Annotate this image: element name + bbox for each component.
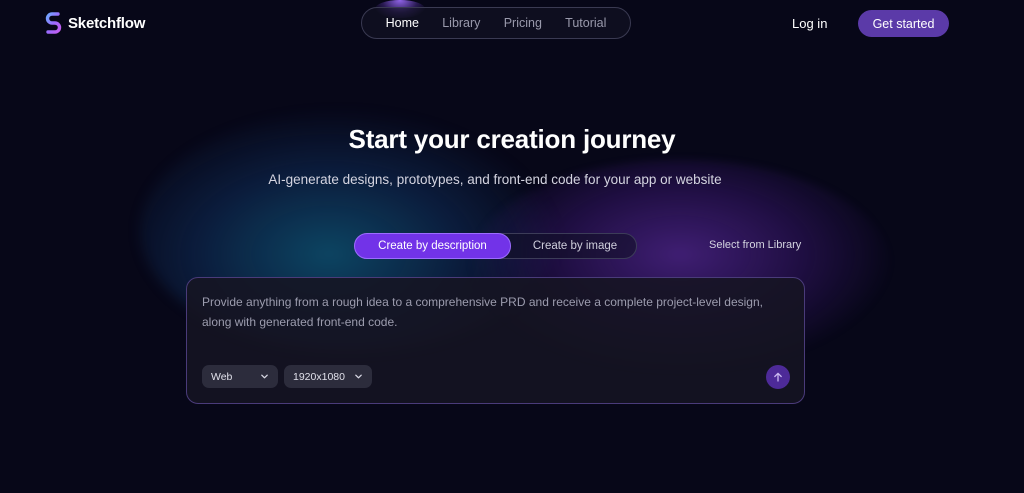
main-nav: Home Library Pricing Tutorial [361,7,631,39]
creation-mode-tabs: Create by description Create by image [354,233,637,259]
select-from-library-link[interactable]: Select from Library [709,239,801,251]
chevron-down-icon [261,374,268,379]
brand-logo[interactable]: Sketchflow [45,12,145,34]
brand-name: Sketchflow [68,14,146,32]
platform-dropdown-value: Web [211,370,233,383]
get-started-button[interactable]: Get started [858,10,949,37]
page: Sketchflow Home Library Pricing Tutorial… [0,0,1024,493]
resolution-dropdown[interactable]: 1920x1080 [284,365,372,388]
platform-dropdown[interactable]: Web [202,365,278,388]
arrow-up-icon [774,372,782,382]
nav-item-tutorial[interactable]: Tutorial [565,16,606,30]
nav-item-library[interactable]: Library [442,16,480,30]
chevron-down-icon [355,374,362,379]
page-title: Start your creation journey [348,124,676,154]
login-link[interactable]: Log in [792,16,827,31]
tab-create-by-description[interactable]: Create by description [354,233,511,259]
send-button[interactable] [766,365,790,389]
resolution-dropdown-value: 1920x1080 [293,370,345,383]
page-subtitle: AI-generate designs, prototypes, and fro… [268,172,722,187]
nav-item-home[interactable]: Home [386,16,419,30]
prompt-input[interactable] [202,292,792,346]
prompt-box: Web 1920x1080 [186,277,805,404]
nav-item-pricing[interactable]: Pricing [504,16,542,30]
tab-create-by-image[interactable]: Create by image [512,234,638,258]
sketchflow-logo-icon [45,12,62,34]
